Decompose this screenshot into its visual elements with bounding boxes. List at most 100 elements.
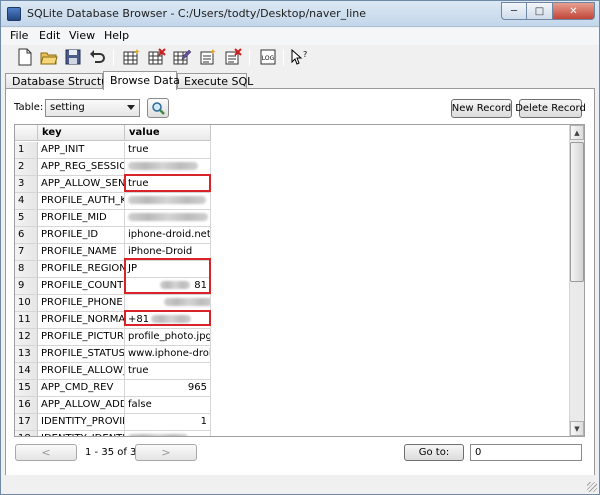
row-number[interactable]: 3 [15,176,38,193]
table-row[interactable]: 1 APP_INIT true [15,142,211,159]
create-index-icon [200,49,216,65]
cell-key[interactable]: PROFILE_ID [38,227,125,244]
menu-edit[interactable]: Edit [39,29,60,42]
row-number[interactable]: 14 [15,363,38,380]
cell-value[interactable]: iphone-droid.net [125,227,211,244]
row-number[interactable]: 18 [15,431,38,436]
row-number[interactable]: 1 [15,142,38,159]
cell-key[interactable]: APP_ALLOW_SEND_ [38,176,125,193]
modify-table-button[interactable] [172,47,192,67]
log-window-icon: LOG [260,49,276,65]
minimize-button[interactable]: ─ [501,2,527,20]
cell-key[interactable]: PROFILE_COUNTRY [38,278,125,295]
cell-value[interactable]: profile_photo.jpg [125,329,211,346]
previous-page-button[interactable]: < [15,444,77,461]
tab-database-structure[interactable]: Database Structure [5,73,119,89]
table-row[interactable]: 4PROFILE_AUTH_KEY [15,193,211,210]
goto-input[interactable]: 0 [470,444,582,461]
row-number[interactable]: 5 [15,210,38,227]
row-number[interactable]: 10 [15,295,38,312]
cell-value[interactable] [125,210,211,227]
cell-value[interactable] [125,193,211,210]
goto-button[interactable]: Go to: [404,444,464,461]
row-number[interactable]: 2 [15,159,38,176]
next-page-button[interactable]: > [135,444,197,461]
cell-value[interactable] [125,431,211,436]
cell-key[interactable]: PROFILE_PICTURE_ [38,329,125,346]
create-table-button[interactable] [122,47,142,67]
scroll-down-button[interactable]: ▼ [570,421,584,436]
table-row[interactable]: 13PROFILE_STATUS_Mwww.iphone-droid.n [15,346,211,363]
cell-value[interactable]: www.iphone-droid.n [125,346,211,363]
cell-value[interactable]: 965 [125,380,211,397]
table-row[interactable]: 15 APP_CMD_REV 965 [15,380,211,397]
cell-value[interactable]: true [125,363,211,380]
tab-browse-data[interactable]: Browse Data [103,71,180,90]
new-record-button[interactable]: New Record [451,99,512,118]
cell-key[interactable]: APP_ALLOW_ADD_M [38,397,125,414]
cell-value[interactable]: 1 [125,414,211,431]
row-number[interactable]: 16 [15,397,38,414]
data-grid[interactable]: key value 1APP_INITtrue2APP_REG_SESSION3… [14,124,585,437]
row-number[interactable]: 7 [15,244,38,261]
minimize-icon: ─ [510,5,518,17]
cell-key[interactable]: PROFILE_NORMALIZ [38,312,125,329]
menu-help[interactable]: Help [104,29,129,42]
log-window-button[interactable]: LOG [258,47,278,67]
cell-key[interactable]: PROFILE_ALLOW_SI [38,363,125,380]
row-number[interactable]: 17 [15,414,38,431]
delete-record-button[interactable]: Delete Record [515,99,586,118]
delete-table-button[interactable] [147,47,167,67]
row-number[interactable]: 12 [15,329,38,346]
row-number[interactable]: 13 [15,346,38,363]
cell-key[interactable]: APP_CMD_REV [38,380,125,397]
scrollbar-thumb[interactable] [570,142,584,282]
cell-key[interactable]: PROFILE_STATUS_M [38,346,125,363]
cell-value[interactable]: false [125,397,211,414]
close-button[interactable]: ✕ [553,2,595,20]
row-number[interactable]: 6 [15,227,38,244]
maximize-button[interactable]: □ [527,2,553,20]
cell-value-text: iphone-droid.net [128,229,211,240]
redacted-value [128,434,188,436]
vertical-scrollbar[interactable]: ▲ ▼ [569,125,584,436]
column-header-key[interactable]: key [38,125,125,141]
cell-key[interactable]: IDENTITY_PROVIDE [38,414,125,431]
create-index-button[interactable] [198,47,218,67]
cell-key[interactable]: PROFILE_NAME [38,244,125,261]
resize-grip[interactable] [587,482,597,492]
cell-key[interactable]: APP_REG_SESSION [38,159,125,176]
cell-value[interactable]: true [125,142,211,159]
new-database-button[interactable] [15,47,35,67]
cell-key[interactable]: APP_INIT [38,142,125,159]
table-row[interactable]: 16APP_ALLOW_ADD_Mfalse [15,397,211,414]
column-header-value[interactable]: value [125,125,211,141]
row-number[interactable]: 4 [15,193,38,210]
table-row[interactable]: 17IDENTITY_PROVIDE 1 [15,414,211,431]
tab-execute-sql[interactable]: Execute SQL [177,73,253,89]
table-row[interactable]: 5 PROFILE_MID [15,210,211,227]
scroll-up-button[interactable]: ▲ [570,125,584,140]
revert-button[interactable] [87,47,107,67]
row-number[interactable]: 9 [15,278,38,295]
cell-key[interactable]: PROFILE_REGION [38,261,125,278]
table-row[interactable]: 6 PROFILE_ID iphone-droid.net [15,227,211,244]
cell-key[interactable]: IDENTITY_IDENTIFI [38,431,125,436]
table-row[interactable]: 14PROFILE_ALLOW_SItrue [15,363,211,380]
open-database-button[interactable] [39,47,59,67]
table-row[interactable]: 18IDENTITY_IDENTIFI [15,431,211,436]
row-number[interactable]: 11 [15,312,38,329]
menu-file[interactable]: File [10,29,28,42]
cell-key[interactable]: PROFILE_PHONE [38,295,125,312]
row-number[interactable]: 15 [15,380,38,397]
whats-this-button[interactable]: ? [289,47,309,67]
search-button[interactable] [147,98,169,118]
menu-view[interactable]: View [69,29,95,42]
row-number[interactable]: 8 [15,261,38,278]
save-button[interactable] [63,47,83,67]
cell-key[interactable]: PROFILE_MID [38,210,125,227]
table-row[interactable]: 12PROFILE_PICTURE_profile_photo.jpg [15,329,211,346]
delete-index-button[interactable] [223,47,243,67]
cell-key[interactable]: PROFILE_AUTH_KEY [38,193,125,210]
table-select[interactable]: setting [45,99,140,117]
